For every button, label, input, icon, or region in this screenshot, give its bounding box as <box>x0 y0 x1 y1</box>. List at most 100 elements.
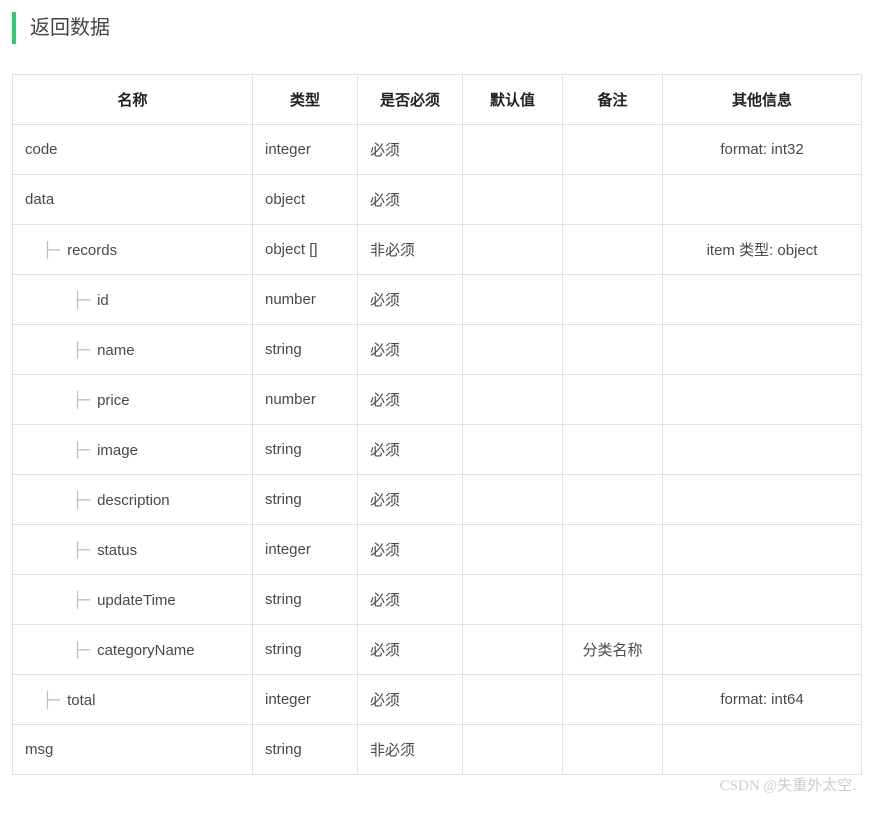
field-name: records <box>67 242 117 259</box>
tree-branch-icon: ├─ <box>43 241 67 259</box>
cell-default <box>463 225 563 275</box>
cell-required: 必须 <box>358 625 463 675</box>
cell-default <box>463 525 563 575</box>
tree-branch-icon: ├─ <box>73 591 97 609</box>
cell-default <box>463 575 563 625</box>
cell-other: format: int32 <box>663 125 862 175</box>
cell-name: ├─ name <box>13 325 253 375</box>
cell-required: 必须 <box>358 425 463 475</box>
cell-required: 非必须 <box>358 725 463 775</box>
cell-required: 非必须 <box>358 225 463 275</box>
cell-type: integer <box>253 125 358 175</box>
cell-remark <box>563 375 663 425</box>
cell-default <box>463 475 563 525</box>
table-row: ├─ idnumber必须 <box>13 275 862 325</box>
tree-branch-icon: ├─ <box>73 641 97 659</box>
cell-type: integer <box>253 525 358 575</box>
field-name: description <box>97 492 170 509</box>
tree-branch-icon: ├─ <box>73 291 97 309</box>
table-row: data object必须 <box>13 175 862 225</box>
cell-default <box>463 675 563 725</box>
table-row: ├─ pricenumber必须 <box>13 375 862 425</box>
tree-branch-icon: ├─ <box>73 491 97 509</box>
cell-required: 必须 <box>358 125 463 175</box>
cell-default <box>463 375 563 425</box>
table-row: code integer必须 format: int32 <box>13 125 862 175</box>
cell-default <box>463 425 563 475</box>
table-row: ├─ totalinteger必须format: int64 <box>13 675 862 725</box>
cell-required: 必须 <box>358 575 463 625</box>
cell-default <box>463 175 563 225</box>
cell-required: 必须 <box>358 675 463 725</box>
table-row: ├─ records object []非必须 item 类型: object <box>13 225 862 275</box>
cell-type: string <box>253 425 358 475</box>
tree-branch-icon: ├─ <box>73 441 97 459</box>
cell-default <box>463 125 563 175</box>
cell-remark <box>563 575 663 625</box>
table-row: msgstring非必须 <box>13 725 862 775</box>
table-row: ├─ descriptionstring必须 <box>13 475 862 525</box>
cell-name: ├─ status <box>13 525 253 575</box>
cell-other <box>663 375 862 425</box>
field-name: code <box>25 141 58 158</box>
cell-required: 必须 <box>358 375 463 425</box>
cell-other <box>663 325 862 375</box>
cell-name: code <box>13 125 253 175</box>
table-row: ├─ namestring必须 <box>13 325 862 375</box>
cell-required: 必须 <box>358 175 463 225</box>
cell-other <box>663 275 862 325</box>
cell-other: format: int64 <box>663 675 862 725</box>
cell-name: ├─ image <box>13 425 253 475</box>
field-name: name <box>97 342 135 359</box>
header-remark: 备注 <box>563 75 663 125</box>
tree-branch-icon: ├─ <box>73 341 97 359</box>
cell-remark <box>563 325 663 375</box>
cell-type: object <box>253 175 358 225</box>
response-schema-table: 名称 类型 是否必须 默认值 备注 其他信息 codeinteger必须form… <box>12 74 862 775</box>
field-name: categoryName <box>97 642 195 659</box>
header-name: 名称 <box>13 75 253 125</box>
cell-remark <box>563 175 663 225</box>
cell-remark <box>563 725 663 775</box>
header-other: 其他信息 <box>663 75 862 125</box>
cell-type: number <box>253 275 358 325</box>
table-row: ├─ statusinteger必须 <box>13 525 862 575</box>
tree-branch-icon: ├─ <box>73 541 97 559</box>
tree-branch-icon: ├─ <box>73 391 97 409</box>
tree-branch-icon: ├─ <box>43 691 67 709</box>
cell-type: string <box>253 575 358 625</box>
cell-name: ├─ id <box>13 275 253 325</box>
cell-remark <box>563 475 663 525</box>
header-required: 是否必须 <box>358 75 463 125</box>
section-title: 返回数据 <box>12 12 862 44</box>
field-name: updateTime <box>97 592 176 609</box>
table-row: ├─ imagestring必须 <box>13 425 862 475</box>
field-name: data <box>25 191 54 208</box>
cell-type: object [] <box>253 225 358 275</box>
cell-other <box>663 625 862 675</box>
watermark: CSDN @失重外太空. <box>720 774 856 795</box>
table-row: ├─ updateTime string必须 <box>13 575 862 625</box>
cell-name: ├─ total <box>13 675 253 725</box>
cell-type: string <box>253 725 358 775</box>
cell-required: 必须 <box>358 525 463 575</box>
cell-other <box>663 525 862 575</box>
field-name: id <box>97 292 109 309</box>
cell-other: item 类型: object <box>663 225 862 275</box>
cell-name: msg <box>13 725 253 775</box>
cell-remark <box>563 675 663 725</box>
field-name: price <box>97 392 130 409</box>
field-name: status <box>97 542 137 559</box>
cell-required: 必须 <box>358 475 463 525</box>
cell-name: ├─ price <box>13 375 253 425</box>
field-name: total <box>67 692 95 709</box>
cell-remark <box>563 125 663 175</box>
cell-other <box>663 175 862 225</box>
cell-remark <box>563 275 663 325</box>
cell-other <box>663 425 862 475</box>
table-row: ├─ categoryNamestring必须分类名称 <box>13 625 862 675</box>
cell-type: string <box>253 625 358 675</box>
cell-name: data <box>13 175 253 225</box>
cell-remark <box>563 525 663 575</box>
cell-other <box>663 725 862 775</box>
